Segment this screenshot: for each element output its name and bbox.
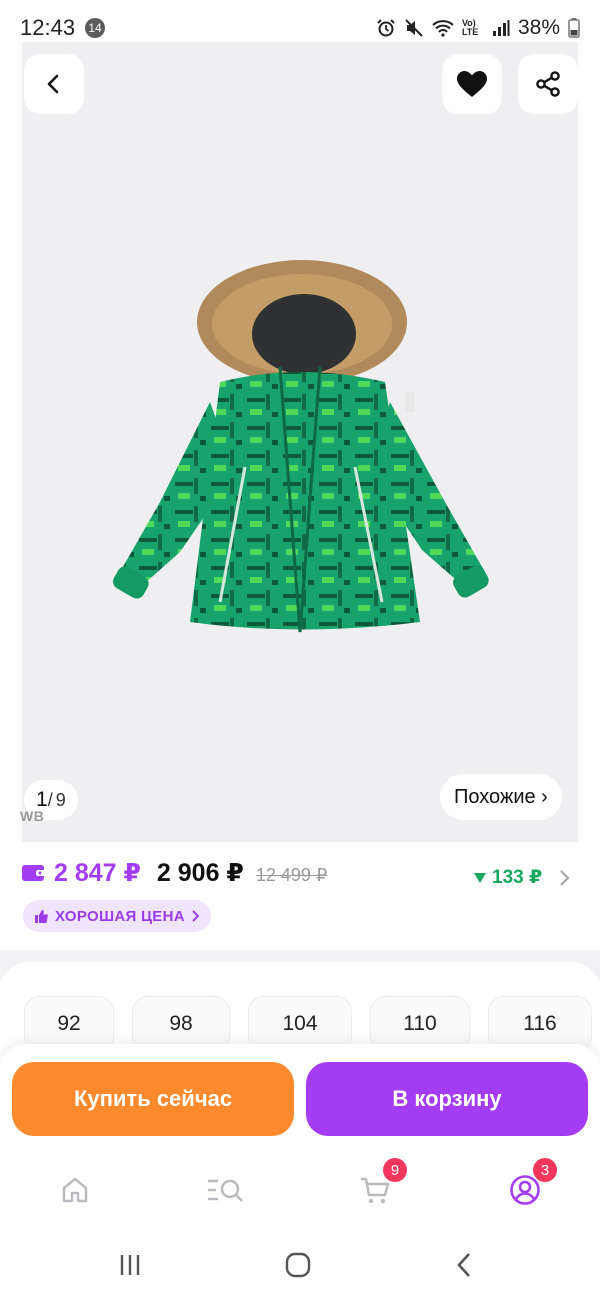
share-button[interactable] [518, 54, 578, 114]
nav-profile[interactable]: 3 [505, 1158, 557, 1210]
wallet-price: 2 847 ₽ [54, 859, 141, 887]
favorite-button[interactable] [442, 54, 502, 114]
bottom-navigation: 9 3 [0, 1154, 600, 1224]
down-triangle-icon [474, 872, 486, 883]
price-drop-amount: 133 ₽ [492, 867, 543, 888]
status-time: 12:43 [20, 15, 76, 40]
thumbs-up-icon [35, 910, 48, 923]
catalog-search-icon [208, 1179, 243, 1202]
nav-cart[interactable]: 9 [355, 1158, 407, 1210]
action-bar: Купить сейчас В корзину [0, 1044, 600, 1154]
image-counter-separator: / [47, 790, 53, 810]
buy-now-button[interactable]: Купить сейчас [12, 1062, 294, 1136]
heart-icon [457, 71, 487, 97]
home-icon [62, 1177, 88, 1203]
notification-count-badge: 14 [85, 18, 106, 38]
good-price-label: ХОРОШАЯ ЦЕНА [55, 907, 185, 925]
signal-icon [492, 20, 510, 36]
nav-home[interactable] [55, 1170, 95, 1210]
home-circle-icon [285, 1252, 311, 1278]
main-price: 2 906 ₽ [156, 859, 244, 887]
chevron-right-small-icon [192, 910, 199, 922]
mute-icon [405, 19, 423, 37]
add-to-cart-button[interactable]: В корзину [306, 1062, 588, 1136]
home-button[interactable] [278, 1250, 318, 1280]
system-navigation-bar [0, 1224, 600, 1299]
cart-icon [361, 1177, 390, 1204]
old-price: 12 499 ₽ [255, 865, 328, 885]
back-button[interactable] [24, 54, 84, 114]
network-type: Vo) LTE [461, 18, 479, 37]
nav-catalog[interactable] [205, 1170, 245, 1210]
back-chevron-icon [457, 1253, 470, 1277]
price-drop[interactable]: 133 ₽ [474, 866, 570, 889]
battery-percent: 38% [517, 16, 560, 39]
good-price-badge[interactable]: ХОРОШАЯ ЦЕНА [23, 900, 211, 932]
battery-icon [568, 18, 580, 38]
cart-count-badge: 9 [383, 1158, 407, 1182]
chevron-right-icon [560, 869, 570, 886]
image-counter-total: 9 [55, 790, 66, 810]
system-back-button[interactable] [444, 1250, 484, 1280]
wb-watermark: WB [20, 808, 45, 824]
similar-button[interactable]: Похожие › [440, 774, 562, 820]
price-row: 2 847 ₽ 2 906 ₽ 12 499 ₽ [22, 858, 327, 888]
alarm-icon [377, 19, 395, 37]
profile-count-badge: 3 [533, 1158, 557, 1182]
status-icons: Vo) LTE 38% [376, 16, 580, 40]
product-gallery[interactable]: 1 / 9 WB Похожие › [20, 42, 578, 842]
wallet-icon [22, 864, 46, 882]
recents-button[interactable] [110, 1250, 150, 1280]
chevron-left-icon [47, 74, 59, 94]
wifi-icon [432, 20, 454, 37]
product-image-jacket [113, 260, 489, 633]
share-icon [536, 71, 560, 97]
recents-icon [120, 1255, 140, 1275]
price-section: 2 847 ₽ 2 906 ₽ 12 499 ₽ 133 ₽ ХОРОШАЯ Ц… [0, 842, 600, 950]
